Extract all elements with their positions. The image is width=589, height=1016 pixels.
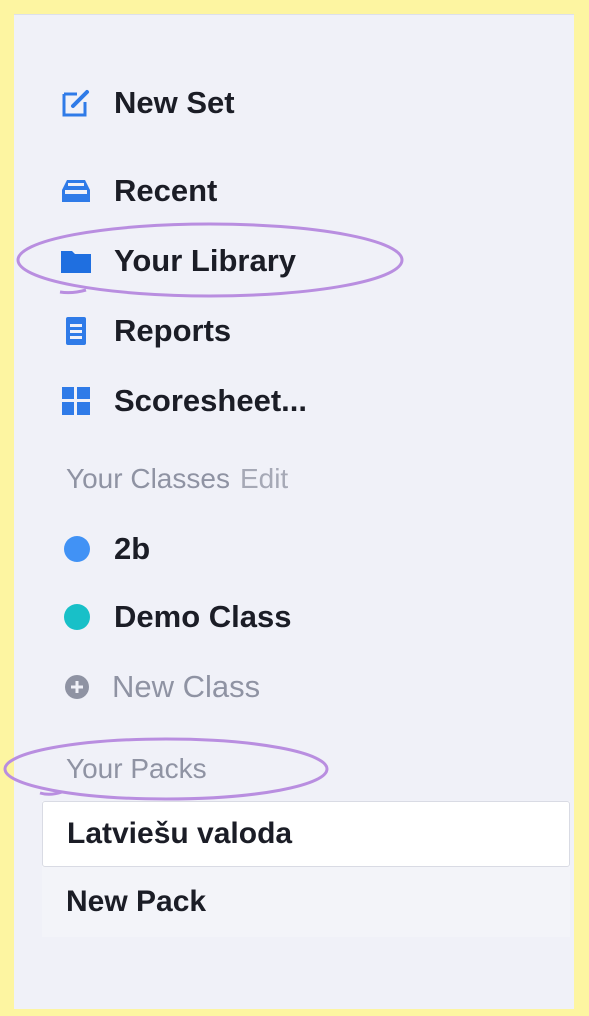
classes-section-header: Your Classes Edit — [66, 463, 288, 495]
sidebar-item-your-library[interactable]: Your Library — [58, 239, 296, 283]
report-document-icon — [58, 313, 94, 349]
sidebar-item-label: Recent — [114, 173, 218, 208]
sidebar-item-recent[interactable]: Recent — [58, 169, 217, 213]
pack-item-label: New Pack — [66, 885, 207, 918]
sidebar-item-label: New Set — [114, 85, 235, 120]
new-pack-button[interactable]: New Pack — [42, 867, 570, 937]
new-class-label: New Class — [112, 669, 261, 704]
sidebar-item-label: Scoresheet... — [114, 383, 307, 418]
class-item-demo-class[interactable]: Demo Class — [64, 595, 291, 639]
edit-classes-link[interactable]: Edit — [240, 463, 288, 494]
classes-header-label: Your Classes — [66, 463, 230, 494]
packs-header-label: Your Packs — [66, 753, 207, 784]
sidebar-item-scoresheet[interactable]: Scoresheet... — [58, 379, 307, 423]
plus-circle-icon — [64, 674, 92, 700]
sidebar-item-new-set[interactable]: New Set — [58, 81, 235, 125]
edit-square-icon — [58, 85, 94, 121]
pack-item-label: Latviešu valoda — [67, 817, 293, 850]
inbox-tray-icon — [58, 173, 94, 209]
folder-icon — [58, 243, 94, 279]
class-color-dot — [64, 536, 90, 562]
packs-section-header: Your Packs — [66, 753, 207, 785]
class-item-label: Demo Class — [114, 599, 292, 634]
grid-icon — [58, 383, 94, 419]
sidebar-panel: New Set Recent Your Library Reports Scor… — [14, 14, 574, 1009]
sidebar-item-reports[interactable]: Reports — [58, 309, 231, 353]
class-item-label: 2b — [114, 531, 151, 566]
sidebar-item-label: Reports — [114, 313, 232, 348]
class-item-2b[interactable]: 2b — [64, 527, 150, 571]
new-class-button[interactable]: New Class — [64, 665, 260, 709]
sidebar-item-label: Your Library — [114, 243, 297, 278]
pack-item-latviesu-valoda[interactable]: Latviešu valoda — [42, 801, 570, 867]
class-color-dot — [64, 604, 90, 630]
packs-list: Latviešu valoda New Pack — [42, 801, 570, 937]
